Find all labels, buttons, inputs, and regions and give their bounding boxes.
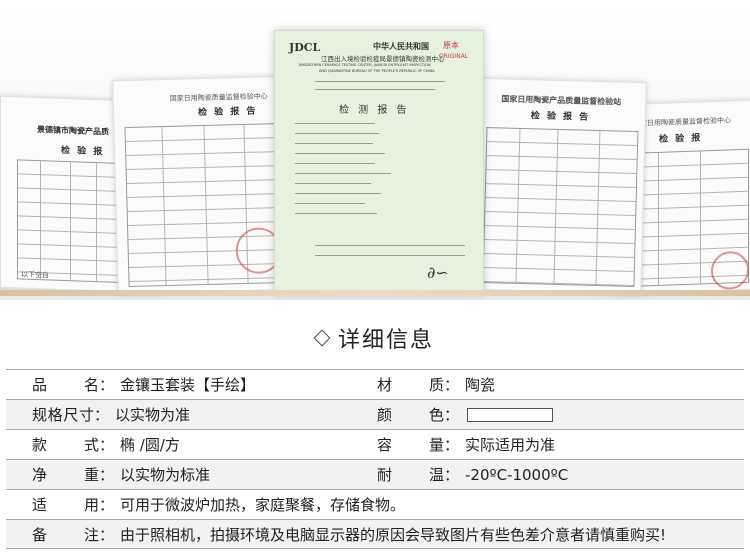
- detail-label: 备注: [32, 525, 99, 544]
- detail-value: 陶瓷: [465, 376, 496, 394]
- detail-label: 款式: [32, 436, 99, 454]
- detail-value: 以实物为准: [115, 406, 191, 424]
- detail-material: 材质：陶瓷: [377, 376, 496, 394]
- certificate-center-title: 检 测 报 告: [339, 105, 410, 116]
- detail-label: 品名: [32, 376, 99, 394]
- diamond-icon: [313, 329, 331, 347]
- detail-color: 颜色：: [377, 400, 554, 429]
- detail-style: 款式：椭 /圆/方: [32, 436, 180, 454]
- certificate-left-table: [17, 159, 123, 284]
- certificate-center-logo: JDCL: [289, 41, 321, 54]
- certificate-center-stamp-text: 原本: [443, 41, 459, 50]
- certificate-left2-title: 检 验 报 告: [197, 106, 258, 119]
- detail-capacity: 容量：实际适用为准: [377, 436, 556, 454]
- detail-size: 规格尺寸：以实物为准: [32, 406, 191, 424]
- detail-label: 净重: [32, 466, 99, 484]
- certificate-right2-header: 国家日用陶瓷产品质量监督检验站: [501, 94, 622, 107]
- certificate-left: 景德镇市陶瓷产品质 检 验 报 以下空白: [0, 95, 130, 293]
- certificate-center-header3: JINGDEZHEN CERAMICS TESTING CENTER, JIAN…: [299, 63, 431, 67]
- detail-row: 规格尺寸：以实物为准 颜色：: [6, 400, 744, 430]
- detail-usage: 适用：可用于微波炉加热，家庭聚餐，存储食物。: [32, 496, 406, 514]
- certificate-left2: 国家日用陶瓷质量监督检验中心 检 验 报 告: [112, 75, 298, 295]
- certificate-right2-title: 检 验 报 告: [530, 111, 591, 123]
- detail-value: 以实物为标准: [120, 466, 211, 484]
- detail-note: 备注：由于照相机，拍摄环境及电脑显示器的原因会导致图片有些色差介意者请慎重购买!: [32, 525, 667, 544]
- detail-label: 适用: [32, 496, 99, 514]
- certificate-center-header4: AND QUARANTINE BUREAU OF THE PEOPLE'S RE…: [319, 69, 435, 73]
- detail-value: 可用于微波炉加热，家庭聚餐，存储食物。: [120, 496, 406, 514]
- detail-value: 实际适用为准: [465, 436, 556, 454]
- detail-table: 品名：金镶玉套装【手绘】 材质：陶瓷 规格尺寸：以实物为准 颜色： 款式：椭 /…: [6, 369, 744, 549]
- certificate-center-header2: 江西出入境检验检疫局景德镇陶瓷检测中心: [321, 55, 445, 63]
- certificate-center-stamp-sub: ORIGINAL: [439, 53, 469, 60]
- section-heading: 详细信息: [0, 318, 750, 358]
- detail-value: 金镶玉套装【手绘】: [120, 376, 256, 394]
- detail-name: 品名：金镶玉套装【手绘】: [32, 376, 256, 394]
- certificates-photo: 景德镇市陶瓷产品质 检 验 报 以下空白 国家日用陶瓷质量监督检验中心 检 验 …: [0, 0, 750, 300]
- certificate-left-subtitle: 检 验 报: [61, 145, 105, 158]
- detail-label: 颜色: [377, 406, 444, 424]
- detail-label: 规格尺寸: [32, 406, 94, 424]
- detail-value: -20ºC-1000ºC: [465, 465, 569, 484]
- certificate-left-title: 景德镇市陶瓷产品质: [37, 125, 109, 137]
- detail-temperature: 耐温： -20ºC-1000ºC: [377, 465, 569, 485]
- detail-label: 耐温: [377, 466, 444, 484]
- certificate-center-signature: ∂∽: [427, 263, 449, 282]
- detail-label: 材质: [377, 376, 444, 394]
- detail-row: 适用：可用于微波炉加热，家庭聚餐，存储食物。: [6, 490, 744, 520]
- detail-row: 净重：以实物为标准 耐温： -20ºC-1000ºC: [6, 460, 744, 490]
- detail-weight: 净重：以实物为标准: [32, 466, 211, 484]
- certificate-center-header1: 中华人民共和国: [373, 42, 429, 51]
- color-swatch: [467, 407, 554, 422]
- detail-label: 容量: [377, 436, 444, 454]
- detail-row: 款式：椭 /圆/方 容量：实际适用为准: [6, 430, 744, 460]
- certificate-left2-header: 国家日用陶瓷质量监督检验中心: [169, 92, 268, 103]
- section-title: 详细信息: [337, 328, 434, 353]
- certificate-right-header: 国家日用陶瓷质量监督检验中心: [633, 116, 731, 128]
- certificate-center: JDCL 中华人民共和国 原本 江西出入境检验检疫局景德镇陶瓷检测中心 ORIG…: [274, 30, 484, 294]
- detail-value: 椭 /圆/方: [120, 436, 180, 454]
- certificate-left-footer: 以下空白: [21, 270, 49, 280]
- certificate-right-stamp: [711, 250, 749, 291]
- shelf-edge: [0, 290, 750, 296]
- certificate-right2: 国家日用陶瓷产品质量监督检验站 检 验 报 告: [473, 77, 647, 295]
- detail-row: 备注：由于照相机，拍摄环境及电脑显示器的原因会导致图片有些色差介意者请慎重购买!: [6, 520, 744, 549]
- detail-row: 品名：金镶玉套装【手绘】 材质：陶瓷: [6, 370, 744, 400]
- certificate-right2-table: [482, 127, 639, 287]
- certificate-right-title: 检 验 报: [659, 133, 703, 145]
- detail-value: 由于照相机，拍摄环境及电脑显示器的原因会导致图片有些色差介意者请慎重购买!: [120, 525, 667, 544]
